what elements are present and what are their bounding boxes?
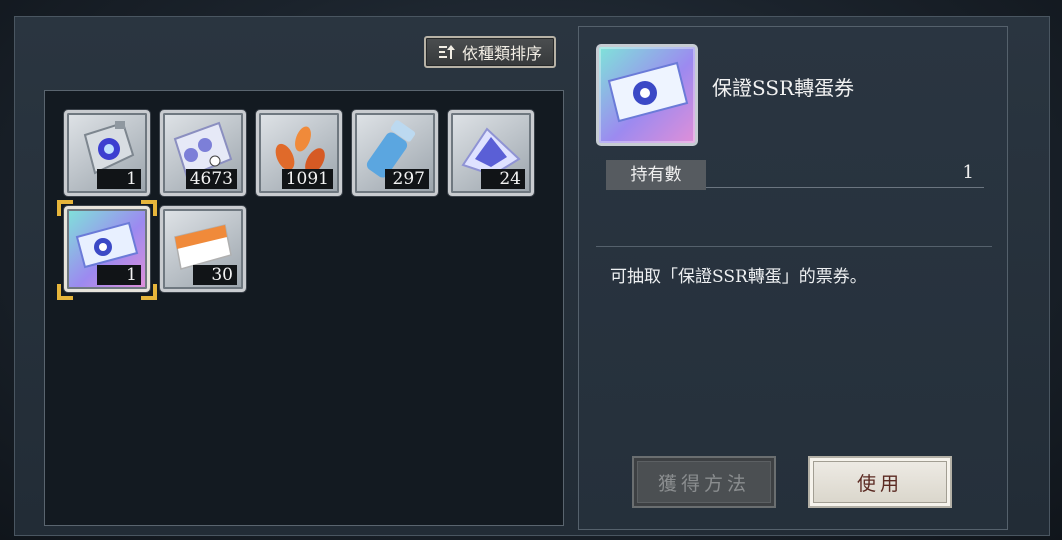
ssr-ticket-icon — [607, 61, 689, 123]
how-to-obtain-button[interactable]: 獲得方法 — [632, 456, 776, 508]
use-button[interactable]: 使用 — [808, 456, 952, 508]
inventory-slot-orange-leaves[interactable]: 1091 — [256, 110, 342, 196]
inventory-slot-battery-cylinder[interactable]: 297 — [352, 110, 438, 196]
selection-corner — [57, 200, 73, 216]
how-to-obtain-label: 獲得方法 — [657, 472, 750, 495]
inventory-slot-gear-plate[interactable]: 4673 — [160, 110, 246, 196]
selection-corner — [141, 284, 157, 300]
inventory-slot-gacha-point-card[interactable]: 30 — [160, 206, 246, 292]
owned-value: 1 — [962, 162, 974, 183]
selection-corner — [57, 284, 73, 300]
detail-divider — [596, 246, 992, 247]
item-count: 297 — [385, 169, 429, 189]
screen: { "toolbar": { "sort_label": "依種類排序" }, … — [0, 0, 1062, 540]
item-count: 30 — [193, 265, 237, 285]
owned-count-row: 持有數 1 — [606, 160, 984, 190]
use-label: 使用 — [856, 472, 903, 495]
item-count: 24 — [481, 169, 525, 189]
selected-item-icon — [596, 44, 698, 146]
inventory-slot-crystal-bag[interactable]: 1 — [64, 110, 150, 196]
inventory-slot-crystal-pile[interactable]: 24 — [448, 110, 534, 196]
sort-icon — [438, 45, 455, 59]
item-count: 1091 — [281, 169, 333, 189]
inventory-slot-ssr-ticket[interactable]: 1 — [64, 206, 150, 292]
item-title: 保證SSR轉蛋券 — [712, 76, 855, 100]
owned-underline — [706, 187, 984, 188]
sort-by-type-button[interactable]: 依種類排序 — [424, 36, 556, 68]
owned-label: 持有數 — [606, 160, 706, 190]
selection-corner — [141, 200, 157, 216]
item-count: 4673 — [185, 169, 237, 189]
item-count: 1 — [97, 265, 141, 285]
item-count: 1 — [97, 169, 141, 189]
item-description: 可抽取「保證SSR轉蛋」的票券。 — [610, 267, 867, 287]
sort-label: 依種類排序 — [461, 44, 542, 63]
